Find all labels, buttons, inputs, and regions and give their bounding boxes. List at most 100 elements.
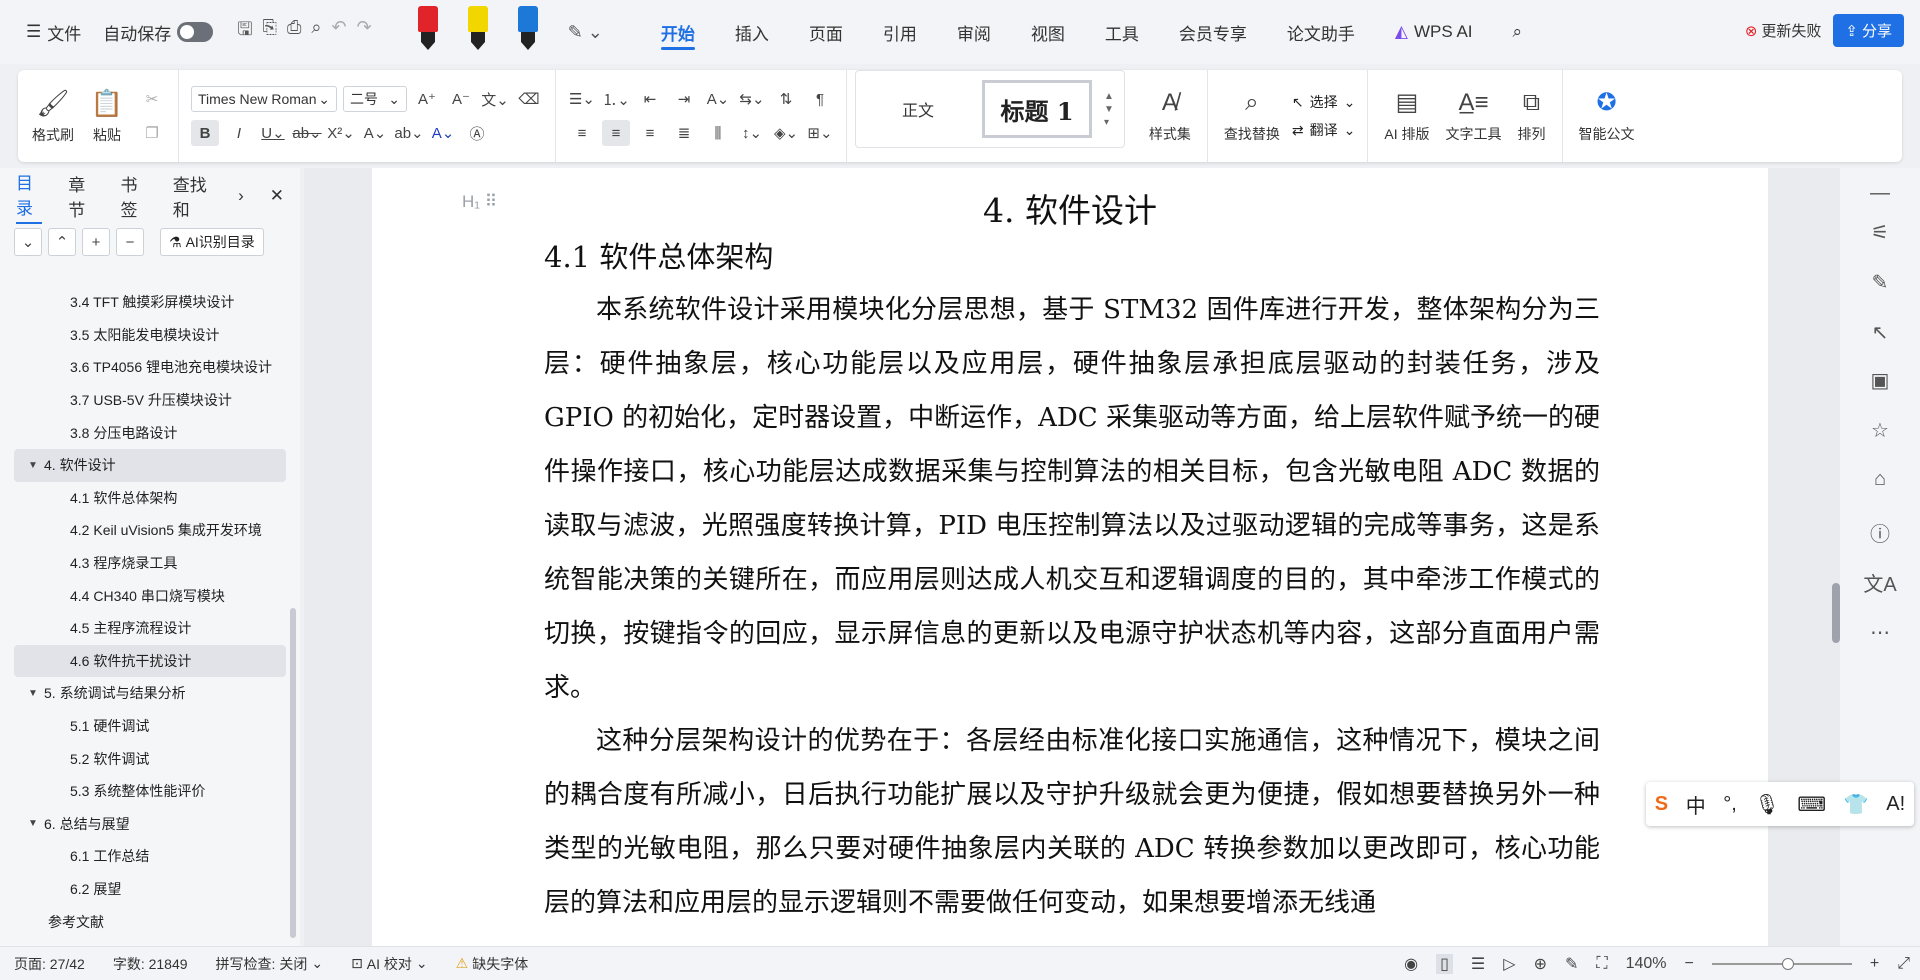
toc-item[interactable]: 5.3 系统整体性能评价 — [14, 775, 286, 808]
microphone-icon[interactable]: 🎙 — [1754, 792, 1779, 817]
strikethrough-icon[interactable]: ab⌄ — [292, 120, 321, 146]
tab-wps-ai[interactable]: ◭ WPS AI — [1375, 0, 1493, 64]
red-pen-icon[interactable] — [417, 6, 438, 50]
toc-item[interactable]: ▼ 6. 总结与展望 — [14, 808, 286, 841]
word-count[interactable]: 字数: 21849 — [99, 947, 202, 980]
align-center-icon[interactable]: ≡ — [602, 120, 630, 146]
collapse-icon[interactable]: ⌄ — [14, 228, 42, 256]
punctuation-icon[interactable]: °, — [1723, 793, 1737, 816]
nav-scrollbar[interactable] — [290, 608, 296, 938]
fit-page-icon[interactable]: ⛶ — [1596, 955, 1607, 973]
highlight-icon[interactable]: ab⌄ — [394, 120, 423, 146]
superscript-icon[interactable]: X²⌄ — [327, 120, 355, 146]
pen-options-icon[interactable]: ✎ ⌄ — [568, 22, 603, 43]
gallery-up-icon[interactable]: ▲ — [1104, 91, 1114, 102]
star-icon[interactable]: ☆ — [1840, 418, 1920, 443]
nav-tab-2[interactable]: 书签 — [120, 171, 146, 221]
ai-proof[interactable]: ⊡ AI 校对 ⌄ — [337, 947, 442, 980]
undo-icon[interactable]: ↶ — [332, 17, 347, 47]
find-replace-button[interactable]: ⌕ 查找替换 — [1216, 88, 1288, 144]
font-name-select[interactable]: Times New Roman ⌄ — [191, 86, 337, 112]
autosave-toggle[interactable] — [177, 22, 214, 42]
sogou-logo-icon[interactable]: S — [1655, 793, 1668, 816]
text-direction-icon[interactable]: ⇆⌄ — [738, 86, 766, 112]
toc-item[interactable]: 3.7 USB-5V 升压模块设计 — [14, 384, 286, 417]
chevron-right-icon[interactable]: › — [238, 186, 244, 206]
share-link-icon[interactable]: ⎘ — [263, 17, 277, 47]
bold-icon[interactable]: B — [191, 120, 219, 146]
shrink-font-icon[interactable]: A⁻ — [447, 86, 475, 112]
chinese-layout-icon[interactable]: A⌄ — [704, 86, 732, 112]
ime-lang[interactable]: 中 — [1686, 790, 1706, 819]
show-marks-icon[interactable]: ¶ — [806, 86, 834, 112]
redo-icon[interactable]: ↷ — [357, 17, 372, 47]
yellow-highlighter-icon[interactable] — [467, 6, 488, 50]
settings-sliders-icon[interactable]: ⚟ — [1840, 220, 1920, 245]
share-button[interactable]: ⇪ 分享 — [1833, 14, 1904, 47]
tab-4[interactable]: 审阅 — [937, 0, 1011, 64]
tab-3[interactable]: 引用 — [863, 0, 937, 64]
numbered-list-icon[interactable]: ⒈⌄ — [602, 86, 630, 112]
toc-item[interactable]: 4.5 主程序流程设计 — [14, 612, 286, 645]
skin-icon[interactable]: 👕 — [1844, 792, 1869, 817]
toc-item[interactable]: 4.4 CH340 串口烧写模块 — [14, 579, 286, 612]
justify-icon[interactable]: ≣ — [670, 120, 698, 146]
select-button[interactable]: ↖ 选择 ⌄ — [1292, 92, 1355, 112]
format-painter-button[interactable]: 🖌 格式刷 — [26, 87, 80, 145]
style-normal[interactable]: 正文 — [862, 77, 974, 141]
expand-arrow-icon[interactable]: ▼ — [28, 688, 44, 699]
nav-tab-3[interactable]: 查找和 — [173, 171, 212, 221]
align-right-icon[interactable]: ≡ — [636, 120, 664, 146]
file-menu[interactable]: ☰ 文件 — [18, 14, 89, 50]
underline-icon[interactable]: U⌄ — [259, 120, 287, 146]
text-tools-button[interactable]: A̲≡ 文字工具 — [1438, 88, 1510, 144]
toc-item[interactable]: 6.1 工作总结 — [14, 840, 286, 873]
decrease-indent-icon[interactable]: ⇤ — [636, 86, 664, 112]
play-icon[interactable]: ▷ — [1503, 954, 1515, 974]
line-spacing-icon[interactable]: ↕⌄ — [738, 120, 766, 146]
pen-icon[interactable]: ✎ — [1840, 270, 1920, 295]
font-size-select[interactable]: 二号 ⌄ — [343, 86, 407, 112]
phonetic-icon[interactable]: 文⌄ — [481, 86, 509, 112]
italic-icon[interactable]: I — [225, 120, 253, 146]
clear-format-icon[interactable]: ⌫ — [515, 86, 543, 112]
toc-item[interactable]: ▼ 5. 系统调试与结果分析 — [14, 677, 286, 710]
font-color-icon[interactable]: A⌄ — [429, 120, 457, 146]
smart-doc-button[interactable]: ✪ 智能公文 — [1571, 88, 1643, 144]
cut-icon[interactable]: ✂ — [138, 86, 166, 112]
increase-indent-icon[interactable]: ⇥ — [670, 86, 698, 112]
missing-font[interactable]: ⚠ 缺失字体 — [442, 947, 543, 980]
toc-item[interactable]: 3.5 太阳能发电模块设计 — [14, 319, 286, 352]
web-view-icon[interactable]: ⊕ — [1534, 954, 1547, 974]
style-heading1[interactable]: 标题 1 — [982, 80, 1092, 138]
toc-item[interactable]: 4.3 程序烧录工具 — [14, 547, 286, 580]
toc-item[interactable]: 4.2 Keil uVision5 集成开发环境 — [14, 514, 286, 547]
ai-toc-button[interactable]: ⚗ AI识别目录 — [160, 228, 264, 256]
tab-8[interactable]: 论文助手 — [1267, 0, 1375, 64]
shading-icon[interactable]: ◈⌄ — [772, 120, 800, 146]
sort-icon[interactable]: ⇅ — [772, 86, 800, 112]
distribute-icon[interactable]: ⫼ — [704, 120, 732, 146]
styles-set-button[interactable]: A̸ 样式集 — [1141, 88, 1199, 144]
toc-item[interactable]: 3.8 分压电路设计 — [14, 416, 286, 449]
blue-pen-icon[interactable] — [517, 6, 538, 50]
align-left-icon[interactable]: ≡ — [568, 120, 596, 146]
toc-item[interactable]: 6.2 展望 — [14, 873, 286, 906]
toc-item[interactable]: 5.1 硬件调试 — [14, 710, 286, 743]
remove-heading-icon[interactable]: − — [116, 228, 144, 256]
nav-tab-1[interactable]: 章节 — [68, 171, 94, 221]
ai-layout-button[interactable]: ▤ AI 排版 — [1376, 88, 1437, 144]
eye-icon[interactable]: ◉ — [1404, 954, 1418, 974]
border-icon[interactable]: ⊞⌄ — [806, 120, 834, 146]
autosave[interactable]: 自动保存 — [95, 14, 221, 50]
outline-view-icon[interactable]: ☰ — [1471, 954, 1485, 974]
bullet-list-icon[interactable]: ☰⌄ — [568, 86, 596, 112]
help-icon[interactable]: ⓘ — [1840, 518, 1920, 547]
toc-item[interactable]: 4.1 软件总体架构 — [14, 482, 286, 515]
toc-item[interactable]: 参考文献 — [14, 905, 286, 938]
tab-0[interactable]: 开始 — [641, 0, 715, 64]
translate-button[interactable]: ⇄ 翻译 ⌄ — [1292, 120, 1355, 140]
toc-item[interactable]: 4.6 软件抗干扰设计 — [14, 644, 286, 678]
char-border-icon[interactable]: Ⓐ — [463, 120, 491, 146]
fullscreen-icon[interactable]: ⤢ — [1897, 955, 1910, 973]
